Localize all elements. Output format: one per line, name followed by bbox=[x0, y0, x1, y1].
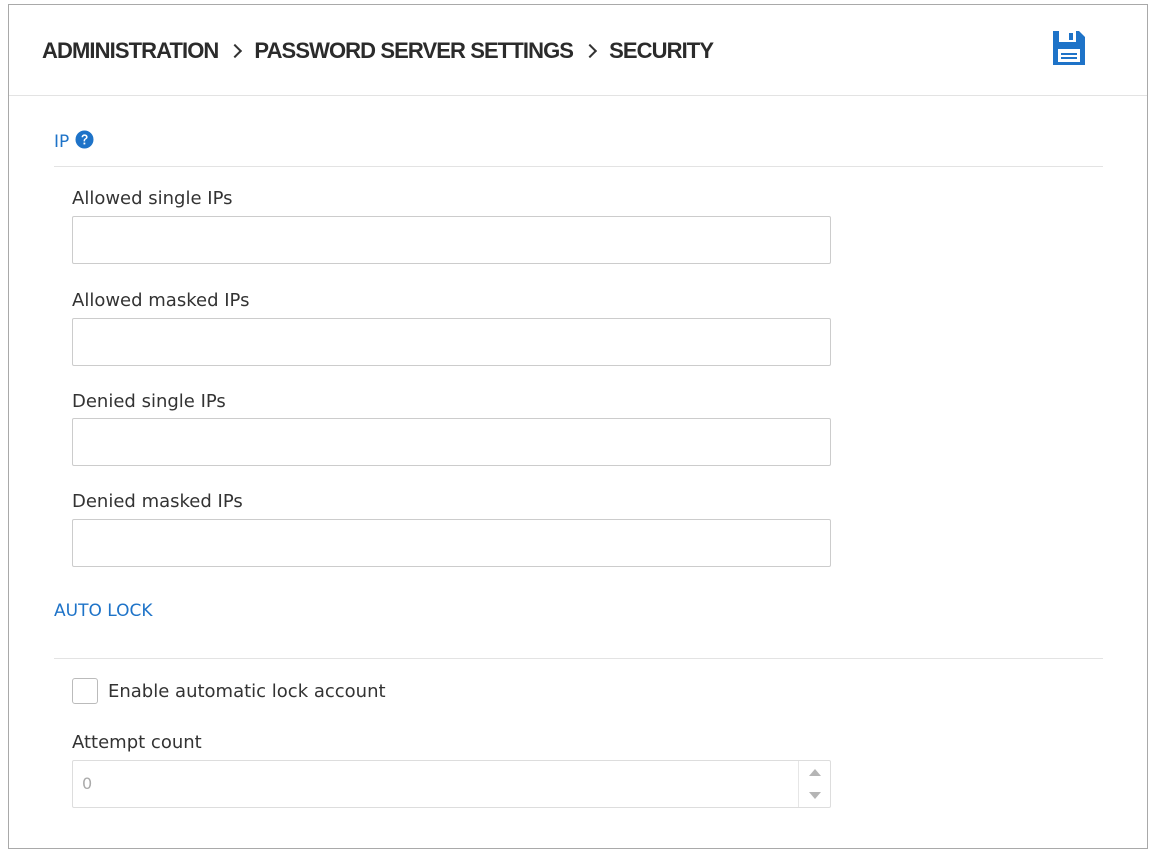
breadcrumb-item-administration[interactable]: ADMINISTRATION bbox=[42, 38, 219, 64]
enable-auto-lock-row[interactable]: Enable automatic lock account bbox=[72, 678, 386, 704]
section-divider bbox=[54, 658, 1103, 659]
chevron-right-icon bbox=[582, 43, 598, 59]
auto-lock-section-label: AUTO LOCK bbox=[54, 601, 153, 621]
ip-section-label: IP bbox=[54, 132, 70, 152]
settings-panel: ADMINISTRATION PASSWORD SERVER SETTINGS … bbox=[8, 4, 1148, 849]
chevron-right-icon bbox=[228, 43, 243, 59]
breadcrumb: ADMINISTRATION PASSWORD SERVER SETTINGS … bbox=[42, 38, 714, 64]
save-floppy-icon bbox=[1053, 31, 1085, 65]
attempt-count-spinner bbox=[798, 761, 830, 807]
allowed-single-ips-input[interactable] bbox=[72, 216, 831, 264]
page-header: ADMINISTRATION PASSWORD SERVER SETTINGS … bbox=[9, 5, 1147, 96]
denied-masked-ips-input[interactable] bbox=[72, 519, 831, 567]
allowed-single-ips-label: Allowed single IPs bbox=[72, 188, 233, 209]
attempt-count-value: 0 bbox=[82, 774, 93, 793]
auto-lock-section-title: AUTO LOCK bbox=[54, 601, 153, 621]
allowed-masked-ips-label: Allowed masked IPs bbox=[72, 290, 250, 311]
question-circle-icon[interactable] bbox=[75, 130, 94, 149]
allowed-masked-ips-input[interactable] bbox=[72, 318, 831, 366]
enable-auto-lock-label[interactable]: Enable automatic lock account bbox=[108, 681, 386, 702]
breadcrumb-item-security: SECURITY bbox=[609, 38, 714, 63]
ip-section-title: IP bbox=[54, 130, 94, 152]
attempt-count-input[interactable]: 0 bbox=[72, 760, 831, 808]
caret-down-icon bbox=[808, 792, 821, 799]
denied-single-ips-input[interactable] bbox=[72, 418, 831, 466]
enable-auto-lock-checkbox[interactable] bbox=[72, 678, 98, 704]
denied-single-ips-label: Denied single IPs bbox=[72, 391, 226, 412]
caret-up-icon bbox=[808, 769, 821, 776]
breadcrumb-item-password-server-settings[interactable]: PASSWORD SERVER SETTINGS bbox=[254, 38, 574, 64]
section-divider bbox=[54, 166, 1103, 167]
increment-button[interactable] bbox=[799, 761, 830, 784]
denied-masked-ips-label: Denied masked IPs bbox=[72, 491, 243, 512]
save-button[interactable] bbox=[1051, 29, 1087, 67]
attempt-count-label: Attempt count bbox=[72, 732, 202, 753]
decrement-button[interactable] bbox=[799, 784, 830, 807]
